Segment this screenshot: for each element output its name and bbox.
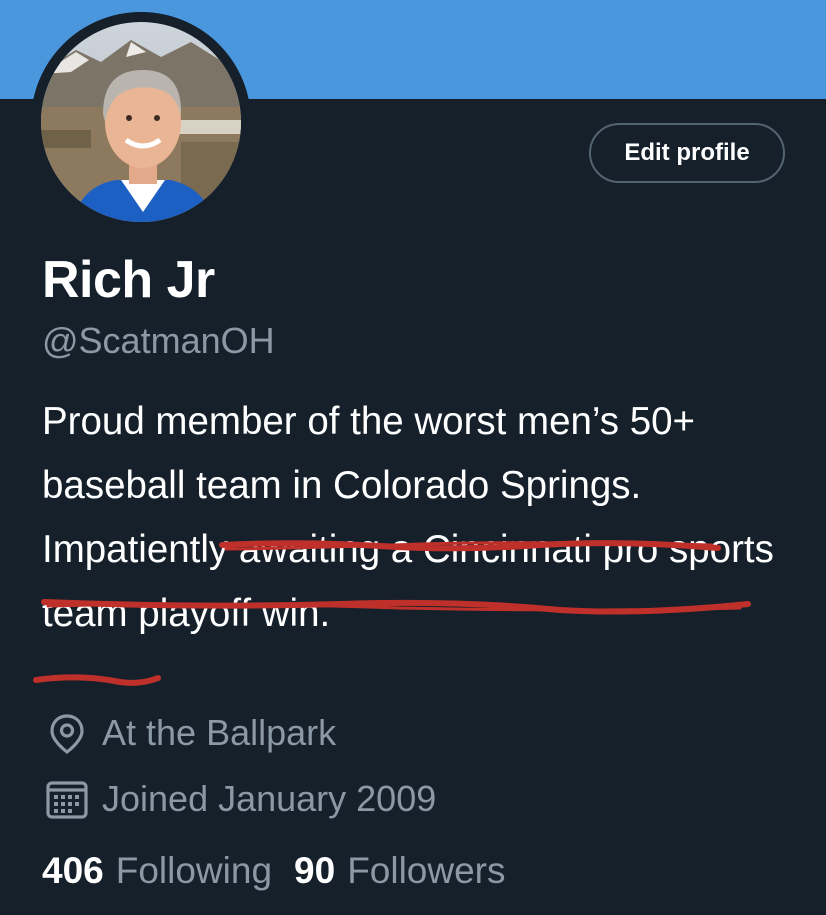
following-link[interactable]: 406 Following [42, 850, 272, 892]
joined-row: Joined January 2009 [44, 776, 436, 822]
bio-text: Proud member of the worst men’s 50+ base… [42, 400, 696, 507]
followers-count: 90 [294, 850, 336, 891]
map-pin-icon [44, 710, 90, 756]
followers-label: Followers [347, 850, 506, 891]
joined-text: Joined January 2009 [102, 778, 437, 819]
bio: Proud member of the worst men’s 50+ base… [42, 390, 812, 646]
handle: @ScatmanOH [42, 320, 275, 361]
display-name: Rich Jr [42, 251, 215, 309]
calendar-icon [44, 776, 90, 822]
location-row: At the Ballpark [44, 710, 336, 756]
location-text: At the Ballpark [102, 712, 337, 753]
following-count: 406 [42, 850, 104, 891]
follow-stats: 406 Following 90 Followers [42, 850, 528, 892]
avatar[interactable] [31, 12, 251, 232]
bio-struck-text: Impatiently awaiting a Cincinnati pro sp… [42, 528, 774, 635]
following-label: Following [115, 850, 273, 891]
followers-link[interactable]: 90 Followers [294, 850, 505, 892]
edit-profile-button[interactable]: Edit profile [589, 123, 785, 183]
